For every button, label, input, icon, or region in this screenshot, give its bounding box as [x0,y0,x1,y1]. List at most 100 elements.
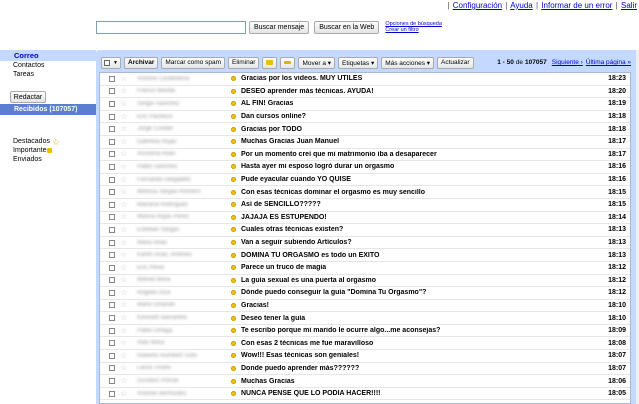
row-checkbox[interactable] [109,163,115,170]
star-icon[interactable]: ☆ [120,162,127,171]
important-marker-icon[interactable] [231,126,236,132]
important-marker-icon[interactable] [231,189,236,195]
row-checkbox[interactable] [109,113,115,120]
star-icon[interactable]: ☆ [120,351,127,360]
important-marker-icon[interactable] [231,340,236,346]
message-row[interactable]: ☆ Eric Pacheco Dan cursos online? 18:18 [100,111,630,124]
sidebar-item-sent[interactable]: Enviados [13,155,60,164]
next-page-link[interactable]: Siguiente › [552,59,583,66]
star-icon[interactable]: ☆ [120,301,127,309]
important-marker-icon[interactable] [231,227,236,233]
star-icon[interactable]: ☆ [120,339,127,347]
row-checkbox[interactable] [109,201,115,208]
star-icon[interactable]: ☆ [120,377,127,385]
row-checkbox[interactable] [109,88,115,95]
important-marker-icon[interactable] [231,240,236,246]
row-checkbox[interactable] [109,289,115,296]
star-icon[interactable]: ☆ [120,125,127,133]
message-row[interactable]: ☆ Franco Bevilla DESEO aprender más técnic… [100,86,630,99]
row-checkbox[interactable] [109,100,115,107]
row-checkbox[interactable] [109,151,115,158]
star-icon[interactable]: ☆ [120,112,127,121]
row-checkbox[interactable] [109,214,115,221]
row-checkbox[interactable] [109,302,115,309]
message-row[interactable]: ☆ Milfred Mora La guía sexual es una puert… [100,275,630,288]
message-row[interactable]: ☆ Fernando Delgadillo Pude eyacular cuando… [100,174,630,187]
message-row[interactable]: ☆ Melina Rojas Pérez JAJAJA ES ESTUPENDO! 1… [100,212,630,225]
star-icon[interactable]: ☆ [120,238,127,247]
important-marker-icon[interactable] [231,114,236,120]
important-marker-icon[interactable] [231,88,236,94]
important-marker-icon[interactable] [231,76,236,82]
star-icon[interactable]: ☆ [120,288,127,297]
message-row[interactable]: ☆ Sergio Sánchez AL FIN! Gracias 18:19 [100,98,630,111]
message-row[interactable]: ☆ Gustavo Porras Muchas Gracias 18:06 [100,375,630,388]
important-marker-icon[interactable] [231,265,236,271]
message-row[interactable]: ☆ Pablo Ortega Te escribo porque mi marido… [100,325,630,338]
sidebar-item-important[interactable]: Importante [13,146,60,155]
archive-button[interactable]: Archivar [124,56,159,69]
important-marker-icon[interactable] [231,177,236,183]
star-icon[interactable]: ☆ [120,225,127,234]
compose-button[interactable]: Redactar [10,91,46,103]
sidebar-item-starred[interactable]: Destacados ☆ [13,137,60,146]
row-checkbox[interactable] [109,390,115,397]
search-web-button[interactable]: Buscar en la Web [314,20,380,34]
star-icon[interactable]: ☆ [120,200,127,209]
refresh-button[interactable]: Actualizar [437,56,474,69]
message-row[interactable]: ☆ Karen Arias Jiménez DOMINA TU ORGASMO es… [100,249,630,262]
star-icon[interactable]: ☆ [120,389,127,398]
message-row[interactable]: ☆ Victoria Castellanos Gracias por los vid… [100,73,630,86]
row-checkbox[interactable] [109,277,115,284]
labels-button[interactable]: Etiquetas ▾ [338,56,379,69]
important-marker-icon[interactable] [231,214,236,220]
message-row[interactable]: ☆ Aldo Mora Con esas 2 técnicas me fue mar… [100,337,630,351]
report-bug-link[interactable]: Informar de un error [541,1,612,10]
star-icon[interactable]: ☆ [120,137,127,146]
message-row[interactable]: ☆ Rogelio Azul Dónde puedo conseguir la gu… [100,287,630,300]
message-row[interactable]: ☆ Roberto Humbert Soto Wow!!! Esas técnica… [100,350,630,363]
star-icon[interactable]: ☆ [120,87,127,95]
message-row[interactable]: ☆ Esteban Vargas Cuales otras técnicas exi… [100,224,630,237]
message-row[interactable]: ☆ Gabriela Rojas Muchas Gracias Juan Manue… [100,136,630,149]
star-icon[interactable]: ☆ [120,276,127,284]
row-checkbox[interactable] [109,365,115,372]
search-input[interactable] [96,20,246,34]
move-to-button[interactable]: Mover a ▾ [298,56,336,69]
more-actions-button[interactable]: Más acciones ▾ [381,56,435,69]
row-checkbox[interactable] [109,252,115,259]
row-checkbox[interactable] [109,138,115,145]
star-icon[interactable]: ☆ [120,150,127,158]
important-marker-icon[interactable] [231,302,236,308]
star-icon[interactable]: ☆ [120,251,127,259]
message-row[interactable]: ☆ Mario Orlando Gracias! 18:10 [100,300,630,313]
important-marker-icon[interactable] [231,391,236,397]
important-marker-icon[interactable] [231,202,236,208]
important-marker-icon[interactable] [231,328,236,334]
message-row[interactable]: ☆ Kenneth Barrantes Deseo tener la guía 18:… [100,312,630,325]
important-marker-icon[interactable] [231,252,236,258]
star-icon[interactable]: ☆ [120,364,127,372]
row-checkbox[interactable] [109,378,115,385]
important-marker-icon[interactable] [231,101,236,107]
message-row[interactable]: ☆ Jorge Cordier Gracias por TODO 18:18 [100,123,630,136]
last-page-link[interactable]: Última página » [586,59,631,66]
star-icon[interactable]: ☆ [120,188,127,196]
help-link[interactable]: Ayuda [510,1,533,10]
row-checkbox[interactable] [109,352,115,359]
message-row[interactable]: ☆ Mario Arias Van a seguir subiendo Artícu… [100,237,630,250]
star-icon[interactable]: ☆ [120,74,127,83]
message-row[interactable]: ☆ Antonio Bermúdez NUNCA PENSÉ QUE LO PODÍ… [100,388,630,401]
nav-tasks[interactable]: Tareas [0,70,96,79]
sign-out-link[interactable]: Salir [621,1,637,10]
row-checkbox[interactable] [109,340,115,347]
important-marker-icon[interactable] [231,277,236,283]
row-checkbox[interactable] [109,264,115,271]
message-row[interactable]: ☆ Pablo Sánchez Hasta ayer mi esposo logró… [100,161,630,174]
nav-contacts[interactable]: Contactos [0,61,96,70]
row-checkbox[interactable] [109,226,115,233]
row-checkbox[interactable] [109,126,115,133]
important-marker-icon[interactable] [231,315,236,321]
search-mail-button[interactable]: Buscar mensaje [249,20,310,34]
message-row[interactable]: ☆ Mariana Rodríguez Así de SENCILLO????? 18… [100,199,630,212]
